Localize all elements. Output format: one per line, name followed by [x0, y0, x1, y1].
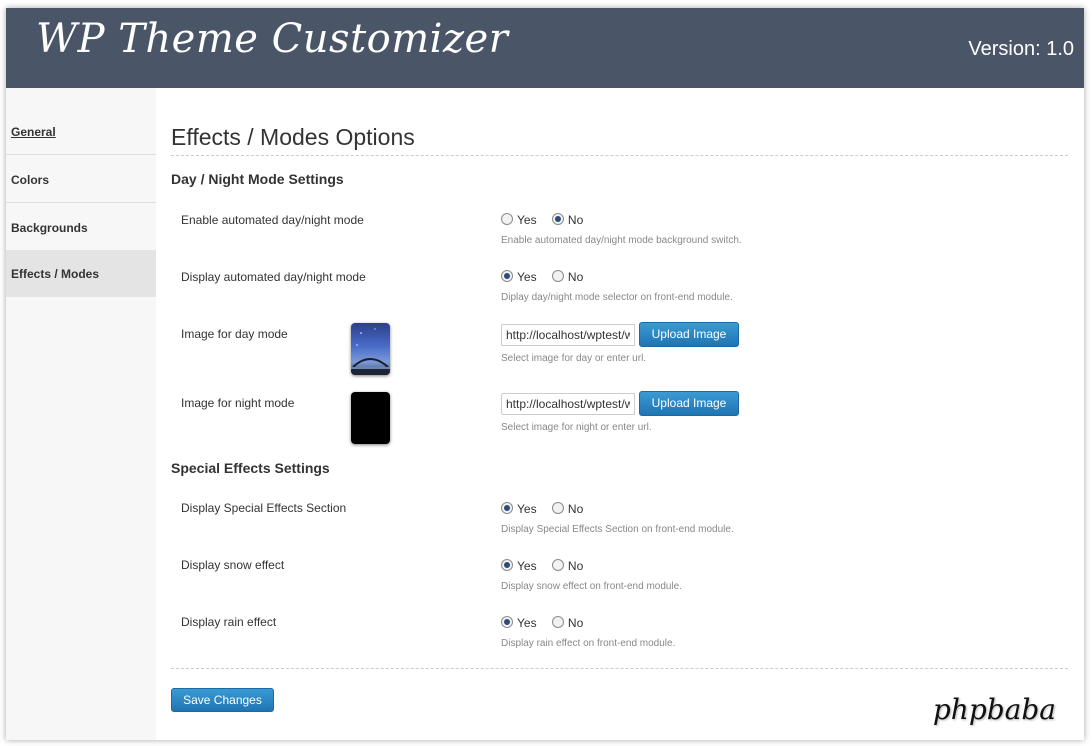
help-text: Diplay day/night mode selector on front-…: [501, 292, 733, 303]
help-text: Enable automated day/night mode backgrou…: [501, 235, 742, 246]
radio-yes[interactable]: [501, 270, 513, 282]
rain-radio-group: Yes No: [501, 616, 595, 632]
help-text: Display Special Effects Section on front…: [501, 524, 734, 535]
sidebar-item-effects-modes[interactable]: Effects / Modes: [6, 250, 156, 297]
radio-no[interactable]: [551, 616, 564, 628]
footer-divider: [171, 668, 1068, 669]
radio-no[interactable]: [551, 502, 564, 514]
night-image-url-input[interactable]: [501, 393, 635, 415]
version-label: Version: 1.0: [968, 38, 1074, 60]
field-label: Image for day mode: [181, 327, 288, 341]
field-label: Display automated day/night mode: [181, 270, 366, 284]
upload-night-image-button[interactable]: Upload Image: [639, 391, 739, 416]
sidebar-item-colors[interactable]: Colors: [6, 156, 156, 203]
radio-yes[interactable]: [501, 213, 513, 225]
field-label: Enable automated day/night mode: [181, 213, 364, 227]
radio-yes[interactable]: [501, 559, 513, 571]
field-label: Display rain effect: [181, 615, 277, 629]
enable-daynight-radio-group: Yes No: [501, 213, 595, 229]
radio-no[interactable]: [551, 559, 564, 571]
sidebar-item-backgrounds[interactable]: Backgrounds: [6, 204, 156, 251]
radio-no[interactable]: [551, 270, 564, 282]
section-title-day-night: Day / Night Mode Settings: [171, 171, 344, 187]
help-text: Select image for night or enter url.: [501, 422, 652, 433]
special-effects-radio-group: Yes No: [501, 502, 595, 518]
upload-day-image-button[interactable]: Upload Image: [639, 322, 739, 347]
day-image-thumbnail: [351, 323, 390, 375]
night-image-thumbnail: [351, 392, 390, 444]
title-divider: [171, 155, 1068, 156]
display-daynight-radio-group: Yes No: [501, 270, 595, 286]
day-image-url-input[interactable]: [501, 324, 635, 346]
help-text: Select image for day or enter url.: [501, 353, 647, 364]
radio-yes[interactable]: [501, 616, 513, 628]
app-logo: WP Theme Customizer: [36, 16, 509, 62]
sidebar-item-label: Colors: [11, 173, 50, 187]
radio-yes[interactable]: [501, 502, 513, 514]
help-text: Display snow effect on front-end module.: [501, 581, 683, 592]
help-text: Display rain effect on front-end module.: [501, 638, 676, 649]
field-label: Display Special Effects Section: [181, 501, 347, 515]
sidebar-item-label: Backgrounds: [11, 221, 88, 235]
sidebar-item-label: Effects / Modes: [11, 267, 100, 281]
sidebar: General Colors Backgrounds Effects / Mod…: [6, 88, 156, 740]
snow-radio-group: Yes No: [501, 559, 595, 575]
bridge-image-icon: [351, 328, 390, 375]
sidebar-item-general[interactable]: General: [6, 108, 156, 155]
app-window: WP Theme Customizer Version: 1.0 General…: [6, 8, 1084, 740]
header-bar: WP Theme Customizer Version: 1.0: [6, 8, 1084, 88]
brand-logo: phpbaba: [932, 693, 1056, 726]
sidebar-item-label: General: [11, 125, 56, 139]
field-label: Display snow effect: [181, 558, 285, 572]
page-title: Effects / Modes Options: [171, 124, 415, 150]
field-label: Image for night mode: [181, 396, 295, 410]
main-content: Effects / Modes Options Day / Night Mode…: [156, 88, 1084, 740]
save-changes-button[interactable]: Save Changes: [171, 688, 274, 712]
section-title-special-effects: Special Effects Settings: [171, 460, 330, 476]
radio-no[interactable]: [551, 213, 564, 225]
